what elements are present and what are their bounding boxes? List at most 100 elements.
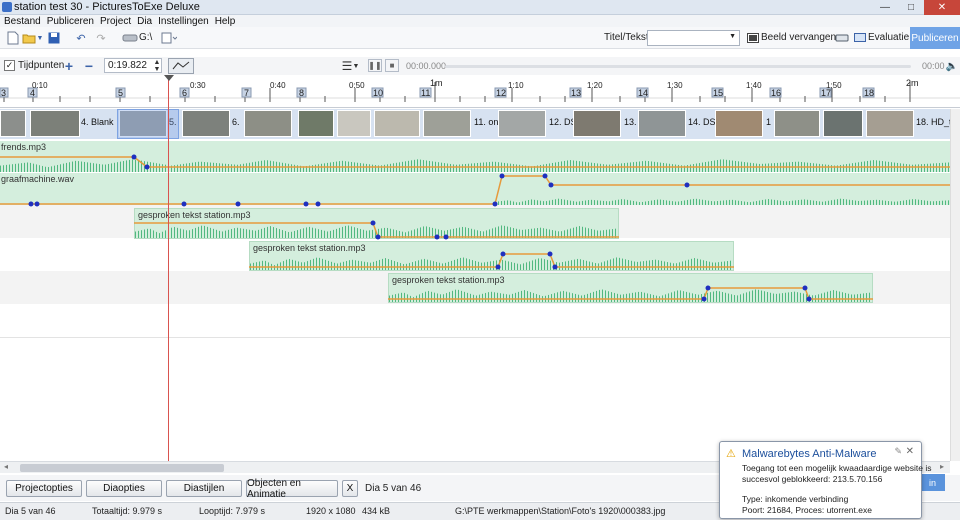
ruler-time: 1m bbox=[430, 78, 443, 88]
slide-thumbnail[interactable] bbox=[573, 110, 621, 137]
slide-thumbnail[interactable] bbox=[774, 110, 820, 137]
slide-options-button[interactable]: Diaopties bbox=[86, 480, 162, 497]
slide-thumbnail[interactable] bbox=[498, 110, 546, 137]
scroll-left-icon[interactable]: ◂ bbox=[4, 462, 8, 471]
warning-icon: ⚠ bbox=[726, 448, 736, 460]
ruler-marker-16: 16 bbox=[771, 88, 782, 98]
drive-label[interactable]: G:\ bbox=[139, 32, 152, 43]
playback-end-time: 00:00 bbox=[922, 61, 945, 71]
main-toolbar: ▼ ↶ ↷ G:\ Titel/Tekst ▼ Beeld vervangen … bbox=[0, 27, 960, 49]
status-total-time: Totaaltijd: 9.979 s bbox=[92, 506, 163, 516]
close-icon[interactable]: ✕ bbox=[906, 446, 914, 457]
slide-thumbnail[interactable] bbox=[866, 110, 914, 137]
popup-line: succesvol geblokkeerd: 213.5.70.156 bbox=[742, 474, 883, 484]
redo-icon[interactable]: ↷ bbox=[94, 31, 108, 45]
ruler-time: 0:10 bbox=[32, 81, 48, 90]
timepoints-label: Tijdpunten bbox=[18, 60, 65, 71]
timepoints-checkbox[interactable]: ✓ bbox=[4, 60, 15, 71]
slide-thumbnail[interactable] bbox=[30, 110, 80, 137]
menu-bar: Bestand Publiceren Project Dia Instellingen H… bbox=[0, 15, 960, 27]
ruler-marker-6: 6 bbox=[182, 88, 188, 98]
status-slide: Dia 5 van 46 bbox=[5, 506, 56, 516]
ruler-marker-5: 5 bbox=[118, 88, 124, 98]
ruler-marker-14: 14 bbox=[638, 88, 649, 98]
ruler-marker-8: 8 bbox=[299, 88, 305, 98]
objects-animation-button[interactable]: Objecten en Animatie bbox=[246, 478, 338, 500]
projector-icon[interactable] bbox=[835, 31, 849, 45]
slide-thumbnail[interactable] bbox=[423, 110, 471, 137]
scroll-right-icon[interactable]: ▸ bbox=[940, 462, 944, 471]
spinner-arrows-icon[interactable]: ▲ ▼ bbox=[150, 59, 164, 73]
playback-progress[interactable] bbox=[445, 65, 911, 68]
chevron-down-icon[interactable]: ▼ bbox=[352, 59, 360, 73]
slide-thumbnail[interactable] bbox=[823, 110, 863, 137]
chevron-down-icon[interactable]: ▼ bbox=[36, 31, 44, 45]
pause-icon[interactable]: ❚❚ bbox=[368, 59, 382, 72]
chevron-down-icon: ▼ bbox=[729, 33, 736, 40]
speaker-icon[interactable]: 🔈 bbox=[945, 59, 959, 73]
ruler-marker-13: 13 bbox=[571, 88, 582, 98]
window-controls: — □ ✕ bbox=[872, 0, 960, 15]
ruler-time: 0:50 bbox=[349, 81, 365, 90]
slide-thumbnail[interactable] bbox=[298, 110, 334, 137]
ruler-marker-11: 11 bbox=[421, 88, 431, 98]
timeline-controls: ✓ Tijdpunten + − 0:19.822 ▲ ▼ ☰ ▼ ❚❚ ■ 00… bbox=[0, 57, 960, 75]
open-folder-icon[interactable] bbox=[22, 31, 36, 45]
save-icon[interactable] bbox=[47, 31, 61, 45]
slide-label: 14. DS bbox=[688, 117, 716, 127]
project-options-button[interactable]: Projectopties bbox=[6, 480, 82, 497]
ruler-time: 1:30 bbox=[667, 81, 683, 90]
ruler-time: 0:30 bbox=[190, 81, 206, 90]
slide-label: 11. on bbox=[474, 117, 499, 127]
vertical-scrollbar[interactable] bbox=[950, 109, 960, 461]
status-resolution: 1920 x 1080 bbox=[306, 506, 356, 516]
minimize-button[interactable]: — bbox=[872, 0, 898, 15]
ruler-ticks bbox=[0, 82, 960, 102]
playhead-line[interactable] bbox=[168, 78, 169, 462]
slide-label: 18. HD_ti bbox=[916, 117, 954, 127]
selected-slide-highlight bbox=[117, 109, 179, 139]
zoom-out-icon[interactable]: − bbox=[82, 58, 96, 74]
playhead-handle-icon[interactable] bbox=[164, 75, 174, 81]
slide-thumbnail[interactable] bbox=[0, 110, 26, 137]
fit-timeline-icon[interactable] bbox=[168, 58, 194, 74]
popup-action-button[interactable]: in bbox=[920, 474, 945, 491]
close-x-button[interactable]: X bbox=[342, 480, 358, 497]
ruler-time: 0:40 bbox=[270, 81, 286, 90]
status-run-time: Looptijd: 7.979 s bbox=[199, 506, 266, 516]
publish-button[interactable]: Publiceren bbox=[910, 27, 960, 49]
maximize-button[interactable]: □ bbox=[898, 0, 924, 15]
slide-thumbnail[interactable] bbox=[182, 110, 230, 137]
stop-icon[interactable]: ■ bbox=[385, 59, 399, 72]
pin-icon[interactable]: ✎ bbox=[894, 446, 902, 457]
replace-image-button[interactable]: Beeld vervangen bbox=[761, 32, 836, 43]
image-replace-icon[interactable] bbox=[746, 31, 760, 45]
title-text-label: Titel/Tekst bbox=[604, 32, 649, 43]
slide-thumbnail[interactable] bbox=[638, 110, 686, 137]
slide-label: 13. bbox=[624, 117, 637, 127]
evaluation-button[interactable]: Evaluatie bbox=[868, 32, 909, 43]
ruler-marker-10: 10 bbox=[373, 88, 384, 98]
slide-label: 1 bbox=[766, 117, 772, 127]
zoom-in-icon[interactable]: + bbox=[62, 58, 76, 74]
evaluation-icon[interactable] bbox=[853, 31, 867, 45]
slide-thumbnail[interactable] bbox=[337, 110, 371, 137]
slide-thumbnail[interactable] bbox=[715, 110, 763, 137]
close-button[interactable]: ✕ bbox=[924, 0, 960, 15]
status-path: G:\PTE werkmappen\Station\Foto's 1920\00… bbox=[455, 506, 666, 516]
ruler-marker-12: 12 bbox=[496, 88, 507, 98]
slide-styles-button[interactable]: Diastijlen bbox=[166, 480, 242, 497]
undo-icon[interactable]: ↶ bbox=[74, 31, 88, 45]
timeline-ruler[interactable]: 3 4 5 6 7 8 10 11 12 13 14 15 16 17 18 0… bbox=[0, 78, 960, 108]
malwarebytes-notification[interactable]: ⚠ Malwarebytes Anti-Malware ✎ ✕ Toegang … bbox=[719, 441, 931, 519]
volume-envelopes[interactable] bbox=[0, 141, 950, 461]
title-text-select[interactable]: ▼ bbox=[647, 30, 740, 46]
slide-thumbnail[interactable] bbox=[374, 110, 420, 137]
popup-line: Type: inkomende verbinding bbox=[742, 494, 849, 504]
view-mode-icon[interactable] bbox=[160, 31, 178, 45]
scrollbar-thumb[interactable] bbox=[20, 464, 224, 472]
drive-icon[interactable] bbox=[122, 31, 138, 45]
slide-thumbnail[interactable] bbox=[244, 110, 292, 137]
ruler-marker-18: 18 bbox=[864, 88, 875, 98]
new-file-icon[interactable] bbox=[6, 31, 20, 45]
